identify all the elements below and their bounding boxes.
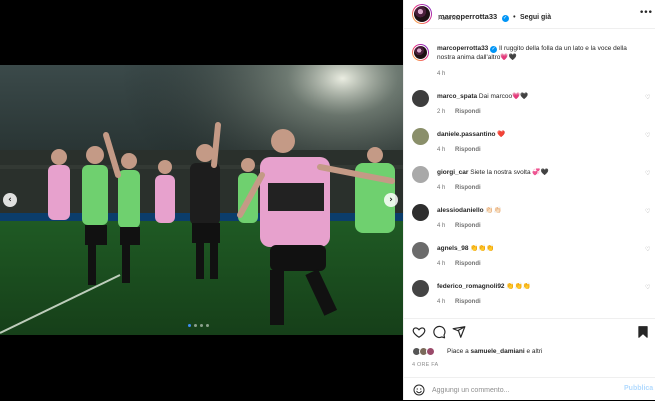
post-header: marcoperrotta33 ✓ • Segui già Palermo ••… <box>404 0 655 29</box>
carousel-dot <box>206 324 209 327</box>
likes-others[interactable]: e altri <box>525 348 543 355</box>
comment-text: Dai marcoo💗🖤 <box>478 93 529 100</box>
likes-user[interactable]: samuele_damiani <box>471 348 525 355</box>
caption-username[interactable]: marcoperrotta33 <box>437 45 488 52</box>
reply-button[interactable]: Rispondi <box>455 299 481 305</box>
comment-icon[interactable] <box>432 325 446 339</box>
carousel-dot-active <box>188 324 191 327</box>
comment-time: 2 h <box>437 109 446 115</box>
comment-time: 4 h <box>437 299 446 305</box>
reply-button[interactable]: Rispondi <box>455 185 481 191</box>
caption-time: 4 h <box>437 71 446 77</box>
comment-input[interactable] <box>432 383 612 397</box>
likes-prefix: Piace a <box>447 348 471 355</box>
comment-username[interactable]: giorgi_car <box>437 169 468 176</box>
comment-text: ❤️ <box>497 131 506 138</box>
comment-like-icon[interactable]: ♡ <box>645 246 650 253</box>
verified-badge-icon: ✓ <box>490 46 498 53</box>
comment-like-icon[interactable]: ♡ <box>645 132 650 139</box>
reply-button[interactable]: Rispondi <box>455 109 481 115</box>
carousel-dot <box>194 324 197 327</box>
carousel-indicator <box>188 324 209 327</box>
commenter-avatar[interactable] <box>412 204 429 221</box>
comment-text: 👏👏👏 <box>470 245 495 252</box>
post-date: 4 ORE FA <box>412 362 439 368</box>
comment-like-icon[interactable]: ♡ <box>645 208 650 215</box>
comment-text: Siete la nostra svolta 💞🖤 <box>470 169 549 176</box>
instagram-post: ‹ › marcoperrotta33 ✓ • Segui già Palerm… <box>0 0 655 400</box>
comments-list[interactable]: marcoperrotta33 ✓ Il ruggito della folla… <box>404 30 655 317</box>
carousel-dot <box>200 324 203 327</box>
share-icon[interactable] <box>452 325 466 339</box>
commenter-avatar[interactable] <box>412 242 429 259</box>
like-heart-icon[interactable] <box>412 325 426 339</box>
author-avatar[interactable] <box>412 4 432 24</box>
post-photo[interactable]: ‹ › <box>0 65 403 335</box>
comment-text: 👏🏻👏🏻 <box>485 207 502 214</box>
carousel-next-button[interactable]: › <box>384 193 398 207</box>
following-button[interactable]: Segui già <box>520 14 551 21</box>
comment-username[interactable]: alessiodaniello <box>437 207 484 214</box>
reply-button[interactable]: Rispondi <box>455 261 481 267</box>
media-area: ‹ › <box>0 0 403 400</box>
comment-like-icon[interactable]: ♡ <box>645 284 650 291</box>
header-separator: • <box>513 14 516 21</box>
post-location[interactable]: Palermo <box>438 16 460 22</box>
celebration-photo <box>0 65 403 335</box>
comment-username[interactable]: federico_romagnoli92 <box>437 283 505 290</box>
publish-button[interactable]: Pubblica <box>624 385 653 392</box>
liker-avatar <box>426 347 435 356</box>
commenter-avatar[interactable] <box>412 280 429 297</box>
comment-username[interactable]: agnels_98 <box>437 245 468 252</box>
more-horizontal-icon[interactable]: ••• <box>639 8 653 18</box>
comment-like-icon[interactable]: ♡ <box>645 94 650 101</box>
comment-time: 4 h <box>437 147 446 153</box>
comment-time: 4 h <box>437 185 446 191</box>
comment-username[interactable]: daniele.passantino <box>437 131 496 138</box>
post-actions: Piace a samuele_damiani e altri 4 ORE FA… <box>404 318 655 400</box>
reply-button[interactable]: Rispondi <box>455 223 481 229</box>
comment-time: 4 h <box>437 223 446 229</box>
chevron-left-icon: ‹ <box>8 194 12 205</box>
comment-username[interactable]: marco_spata <box>437 93 477 100</box>
bookmark-icon[interactable] <box>636 325 650 339</box>
post-side-panel: marcoperrotta33 ✓ • Segui già Palermo ••… <box>403 0 655 400</box>
commenter-avatar[interactable] <box>412 128 429 145</box>
add-comment-bar: Pubblica <box>404 377 655 401</box>
commenter-avatar[interactable] <box>412 166 429 183</box>
emoji-icon[interactable] <box>413 384 425 396</box>
carousel-prev-button[interactable]: ‹ <box>3 193 17 207</box>
caption-avatar[interactable] <box>412 44 429 61</box>
comment-text: 👏👏👏 <box>506 283 531 290</box>
comment-like-icon[interactable]: ♡ <box>645 170 650 177</box>
comment-time: 4 h <box>437 261 446 267</box>
chevron-right-icon: › <box>389 194 393 205</box>
reply-button[interactable]: Rispondi <box>455 147 481 153</box>
verified-badge-icon: ✓ <box>501 15 509 22</box>
commenter-avatar[interactable] <box>412 90 429 107</box>
